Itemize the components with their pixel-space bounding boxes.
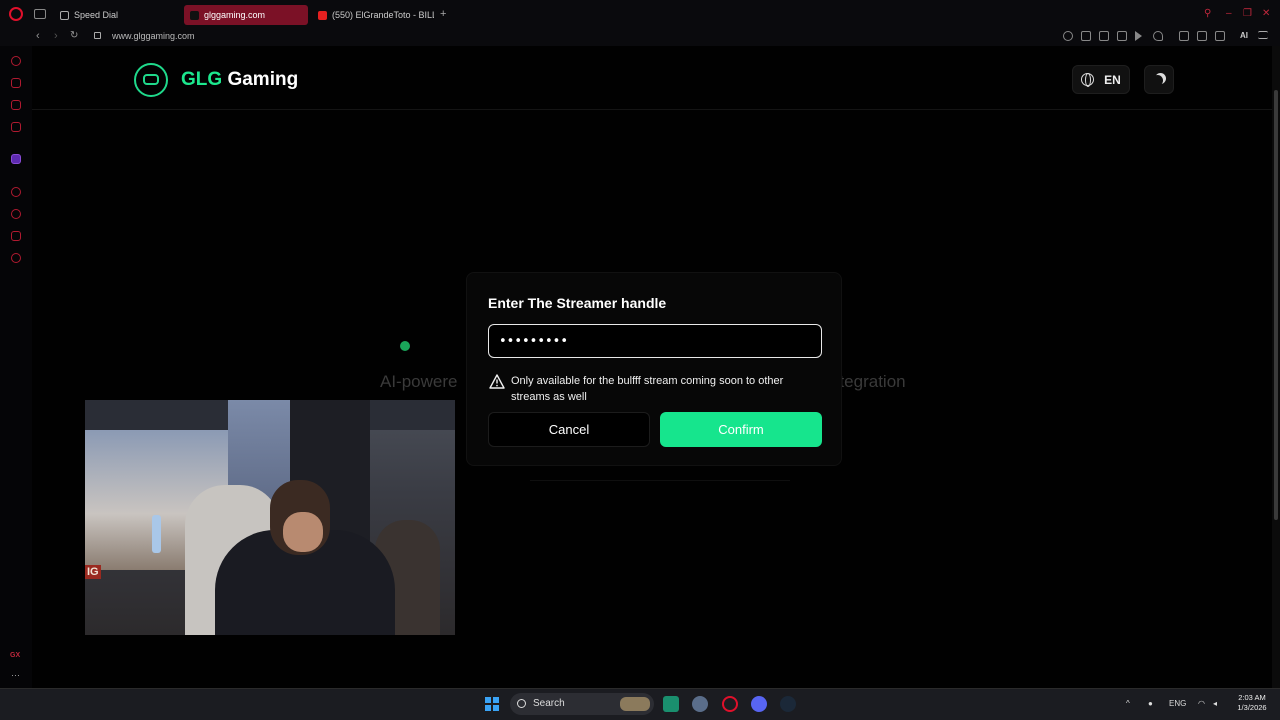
confirm-button[interactable]: Confirm (660, 412, 822, 447)
moon-icon (1152, 75, 1163, 86)
streamer-handle-input[interactable] (488, 324, 822, 358)
gx-label: GX (10, 652, 21, 659)
steam-icon[interactable] (780, 696, 796, 712)
tab-youtube[interactable]: (550) ElGrandeToto - BILLI (312, 5, 434, 25)
webcam-sign: IG (85, 565, 101, 579)
gx-control-icon[interactable] (11, 56, 21, 66)
status-dot (400, 341, 410, 351)
brand-rest: Gaming (222, 69, 299, 90)
extensions-sidebar-icon[interactable] (11, 231, 21, 241)
search-highlight-icon (620, 697, 650, 711)
search-tabs-icon[interactable]: ⚲ (1204, 8, 1211, 19)
brand-name[interactable]: GLG Gaming (181, 69, 298, 91)
twitch-icon[interactable] (11, 154, 21, 164)
discord-icon[interactable] (751, 696, 767, 712)
language-button[interactable]: EN (1072, 65, 1130, 94)
share-icon[interactable] (1197, 31, 1207, 41)
gamepad-icon (143, 74, 159, 85)
maximize-button[interactable]: ❐ (1243, 8, 1252, 19)
messenger-icon[interactable] (11, 100, 21, 110)
aria-ai-button[interactable]: AI (1240, 31, 1248, 40)
clock-date: 1/3/2026 (1237, 703, 1267, 712)
tab-label: (550) ElGrandeToto - BILLI (332, 10, 434, 20)
tray-expand-icon[interactable]: ^ (1126, 699, 1130, 708)
minimize-button[interactable]: – (1226, 8, 1232, 19)
snapshot-icon[interactable] (1099, 31, 1109, 41)
language-label: EN (1104, 72, 1121, 87)
download-icon[interactable] (1215, 31, 1225, 41)
opera-logo-icon[interactable] (9, 7, 23, 21)
workspaces-icon[interactable] (34, 9, 46, 19)
reload-button[interactable]: ↻ (70, 30, 78, 41)
pin-icon[interactable] (1081, 31, 1091, 41)
theme-toggle-button[interactable] (1144, 65, 1174, 94)
more-icon[interactable]: ··· (11, 670, 20, 680)
instagram-icon[interactable] (11, 122, 21, 132)
site-favicon-icon (190, 10, 199, 20)
webcam-overlay: IG (85, 400, 455, 635)
opera-gx-taskbar-icon[interactable] (722, 696, 738, 712)
warning-text: Only available for the bulfff stream com… (511, 375, 784, 403)
gx-corner-icon[interactable] (11, 78, 21, 88)
tab-label: Speed Dial (74, 10, 119, 20)
adblock-icon[interactable] (1117, 31, 1127, 41)
tab-label: glggaming.com (204, 10, 266, 20)
browser-sidebar (0, 46, 32, 688)
microphone-icon[interactable]: ● (1148, 699, 1153, 708)
hero-text-left: AI-powere (380, 372, 458, 391)
wifi-icon[interactable]: ◠ (1198, 699, 1205, 708)
forward-button[interactable]: › (54, 30, 58, 42)
divider (530, 480, 790, 481)
warning-icon (489, 374, 505, 389)
search-label: Search (533, 698, 565, 709)
heart-icon[interactable] (1153, 31, 1163, 41)
windows-start-icon[interactable] (485, 697, 499, 711)
settings-app-icon[interactable] (692, 696, 708, 712)
system-clock[interactable]: 2:03 AM 1/3/2026 (1232, 693, 1272, 713)
webcam-bottle (152, 515, 161, 553)
youtube-icon (318, 10, 327, 20)
webcam-face (283, 512, 323, 552)
zoom-icon[interactable] (1063, 31, 1073, 41)
new-tab-button[interactable]: + (440, 8, 446, 20)
extensions-icon[interactable] (1179, 31, 1189, 41)
lock-icon[interactable] (94, 32, 101, 39)
taskbar-app-icon[interactable] (663, 696, 679, 712)
settings-gear-icon[interactable] (11, 253, 21, 263)
player-icon[interactable] (1135, 31, 1145, 41)
brand-accent: GLG (181, 69, 223, 90)
tab-glggaming[interactable]: glggaming.com (184, 5, 308, 25)
close-window-button[interactable]: ✕ (1262, 8, 1270, 19)
url-field[interactable]: www.glggaming.com (112, 31, 195, 41)
back-button[interactable]: ‹ (36, 30, 40, 42)
input-language[interactable]: ENG (1169, 699, 1186, 708)
history-icon[interactable] (11, 209, 21, 219)
cancel-button[interactable]: Cancel (488, 412, 650, 447)
speed-dial-icon (60, 10, 69, 20)
menu-icon[interactable] (1258, 31, 1268, 39)
search-icon (517, 699, 526, 708)
globe-icon (1081, 73, 1095, 87)
modal-title: Enter The Streamer handle (488, 295, 667, 311)
player-sidebar-icon[interactable] (11, 187, 21, 197)
scrollbar-thumb[interactable] (1274, 90, 1278, 520)
volume-icon[interactable]: ◂ (1213, 699, 1217, 708)
tab-speed-dial[interactable]: Speed Dial (54, 5, 180, 25)
clock-time: 2:03 AM (1238, 693, 1266, 702)
